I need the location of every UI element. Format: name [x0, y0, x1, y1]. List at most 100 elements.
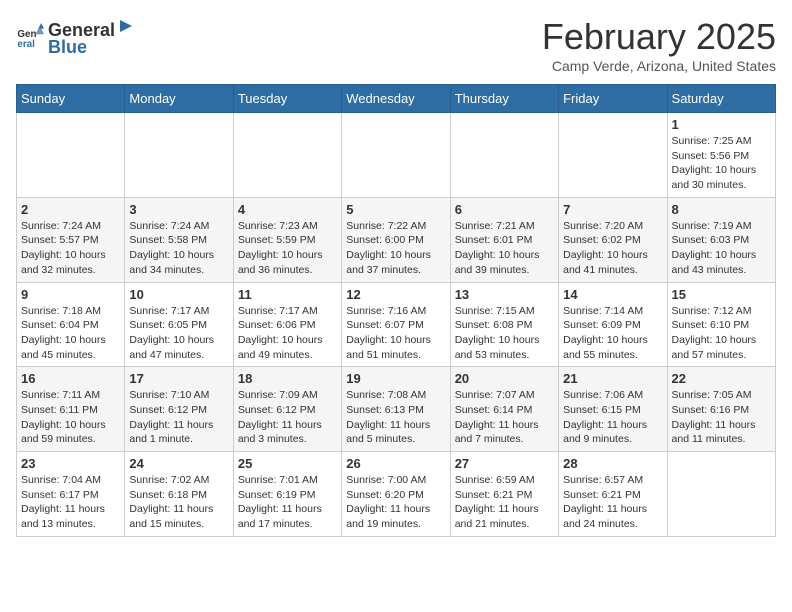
- calendar-cell: 13 Sunrise: 7:15 AM Sunset: 6:08 PM Dayli…: [450, 282, 558, 367]
- calendar-cell: 4 Sunrise: 7:23 AM Sunset: 5:59 PM Daylig…: [233, 197, 341, 282]
- calendar-cell: 21 Sunrise: 7:06 AM Sunset: 6:15 PM Dayli…: [559, 367, 667, 452]
- calendar-cell: 23Sunrise: 7:04 AM Sunset: 6:17 PM Dayli…: [17, 452, 125, 537]
- day-info: Sunrise: 7:08 AM Sunset: 6:13 PM Dayligh…: [346, 388, 445, 447]
- day-info: Sunrise: 6:57 AM Sunset: 6:21 PM Dayligh…: [563, 473, 662, 532]
- day-number: 6: [455, 202, 554, 217]
- svg-text:eral: eral: [17, 39, 35, 50]
- day-info: Sunrise: 7:07 AM Sunset: 6:14 PM Dayligh…: [455, 388, 554, 447]
- logo-icon: Gen eral: [16, 23, 44, 51]
- day-info: Sunrise: 6:59 AM Sunset: 6:21 PM Dayligh…: [455, 473, 554, 532]
- calendar-cell: 17 Sunrise: 7:10 AM Sunset: 6:12 PM Dayli…: [125, 367, 233, 452]
- logo: Gen eral General Blue: [16, 16, 137, 58]
- calendar-week-row: 2Sunrise: 7:24 AM Sunset: 5:57 PM Daylig…: [17, 197, 776, 282]
- calendar-day-header: Friday: [559, 85, 667, 113]
- day-number: 14: [563, 287, 662, 302]
- day-number: 12: [346, 287, 445, 302]
- day-number: 18: [238, 371, 337, 386]
- day-number: 8: [672, 202, 771, 217]
- day-number: 17: [129, 371, 228, 386]
- day-number: 4: [238, 202, 337, 217]
- day-info: Sunrise: 7:10 AM Sunset: 6:12 PM Dayligh…: [129, 388, 228, 447]
- day-info: Sunrise: 7:24 AM Sunset: 5:57 PM Dayligh…: [21, 219, 120, 278]
- day-number: 26: [346, 456, 445, 471]
- calendar-cell: [667, 452, 775, 537]
- calendar-cell: [17, 113, 125, 198]
- calendar-cell: [559, 113, 667, 198]
- calendar-cell: 24 Sunrise: 7:02 AM Sunset: 6:18 PM Dayli…: [125, 452, 233, 537]
- day-number: 1: [672, 117, 771, 132]
- day-number: 11: [238, 287, 337, 302]
- calendar-day-header: Tuesday: [233, 85, 341, 113]
- day-number: 20: [455, 371, 554, 386]
- day-number: 23: [21, 456, 120, 471]
- day-info: Sunrise: 7:06 AM Sunset: 6:15 PM Dayligh…: [563, 388, 662, 447]
- calendar-day-header: Thursday: [450, 85, 558, 113]
- calendar-week-row: 16 Sunrise: 7:11 AM Sunset: 6:11 PM Dayli…: [17, 367, 776, 452]
- day-number: 3: [129, 202, 228, 217]
- day-number: 5: [346, 202, 445, 217]
- calendar-week-row: 9Sunrise: 7:18 AM Sunset: 6:04 PM Daylig…: [17, 282, 776, 367]
- calendar-cell: 2Sunrise: 7:24 AM Sunset: 5:57 PM Daylig…: [17, 197, 125, 282]
- title-block: February 2025 Camp Verde, Arizona, Unite…: [542, 16, 776, 74]
- calendar-table: SundayMondayTuesdayWednesdayThursdayFrid…: [16, 84, 776, 537]
- day-number: 21: [563, 371, 662, 386]
- calendar-day-header: Monday: [125, 85, 233, 113]
- day-number: 28: [563, 456, 662, 471]
- day-info: Sunrise: 7:01 AM Sunset: 6:19 PM Dayligh…: [238, 473, 337, 532]
- day-number: 7: [563, 202, 662, 217]
- day-info: Sunrise: 7:02 AM Sunset: 6:18 PM Dayligh…: [129, 473, 228, 532]
- day-info: Sunrise: 7:17 AM Sunset: 6:06 PM Dayligh…: [238, 304, 337, 363]
- calendar-cell: 3 Sunrise: 7:24 AM Sunset: 5:58 PM Daylig…: [125, 197, 233, 282]
- calendar-cell: 14 Sunrise: 7:14 AM Sunset: 6:09 PM Dayli…: [559, 282, 667, 367]
- calendar-cell: 15Sunrise: 7:12 AM Sunset: 6:10 PM Dayli…: [667, 282, 775, 367]
- calendar-cell: 11 Sunrise: 7:17 AM Sunset: 6:06 PM Dayli…: [233, 282, 341, 367]
- day-info: Sunrise: 7:23 AM Sunset: 5:59 PM Dayligh…: [238, 219, 337, 278]
- day-number: 16: [21, 371, 120, 386]
- day-info: Sunrise: 7:14 AM Sunset: 6:09 PM Dayligh…: [563, 304, 662, 363]
- calendar-cell: 20 Sunrise: 7:07 AM Sunset: 6:14 PM Dayli…: [450, 367, 558, 452]
- day-number: 25: [238, 456, 337, 471]
- calendar-cell: [450, 113, 558, 198]
- day-number: 27: [455, 456, 554, 471]
- calendar-cell: 28 Sunrise: 6:57 AM Sunset: 6:21 PM Dayli…: [559, 452, 667, 537]
- calendar-day-header: Sunday: [17, 85, 125, 113]
- location-subtitle: Camp Verde, Arizona, United States: [542, 58, 776, 74]
- day-info: Sunrise: 7:21 AM Sunset: 6:01 PM Dayligh…: [455, 219, 554, 278]
- calendar-cell: 19 Sunrise: 7:08 AM Sunset: 6:13 PM Dayli…: [342, 367, 450, 452]
- calendar-cell: 16 Sunrise: 7:11 AM Sunset: 6:11 PM Dayli…: [17, 367, 125, 452]
- day-number: 13: [455, 287, 554, 302]
- calendar-cell: 18Sunrise: 7:09 AM Sunset: 6:12 PM Dayli…: [233, 367, 341, 452]
- calendar-cell: 1 Sunrise: 7:25 AM Sunset: 5:56 PM Daylig…: [667, 113, 775, 198]
- calendar-cell: [125, 113, 233, 198]
- month-title: February 2025: [542, 16, 776, 58]
- day-info: Sunrise: 7:15 AM Sunset: 6:08 PM Dayligh…: [455, 304, 554, 363]
- day-info: Sunrise: 7:19 AM Sunset: 6:03 PM Dayligh…: [672, 219, 771, 278]
- calendar-cell: 25 Sunrise: 7:01 AM Sunset: 6:19 PM Dayli…: [233, 452, 341, 537]
- day-info: Sunrise: 7:25 AM Sunset: 5:56 PM Dayligh…: [672, 134, 771, 193]
- day-number: 10: [129, 287, 228, 302]
- day-info: Sunrise: 7:20 AM Sunset: 6:02 PM Dayligh…: [563, 219, 662, 278]
- logo-arrow-icon: [116, 16, 136, 36]
- day-number: 24: [129, 456, 228, 471]
- calendar-week-row: 1 Sunrise: 7:25 AM Sunset: 5:56 PM Daylig…: [17, 113, 776, 198]
- calendar-cell: 8 Sunrise: 7:19 AM Sunset: 6:03 PM Daylig…: [667, 197, 775, 282]
- calendar-cell: 7 Sunrise: 7:20 AM Sunset: 6:02 PM Daylig…: [559, 197, 667, 282]
- day-info: Sunrise: 7:18 AM Sunset: 6:04 PM Dayligh…: [21, 304, 120, 363]
- day-info: Sunrise: 7:24 AM Sunset: 5:58 PM Dayligh…: [129, 219, 228, 278]
- calendar-day-header: Wednesday: [342, 85, 450, 113]
- day-info: Sunrise: 7:22 AM Sunset: 6:00 PM Dayligh…: [346, 219, 445, 278]
- day-info: Sunrise: 7:11 AM Sunset: 6:11 PM Dayligh…: [21, 388, 120, 447]
- day-info: Sunrise: 7:00 AM Sunset: 6:20 PM Dayligh…: [346, 473, 445, 532]
- day-info: Sunrise: 7:16 AM Sunset: 6:07 PM Dayligh…: [346, 304, 445, 363]
- day-info: Sunrise: 7:12 AM Sunset: 6:10 PM Dayligh…: [672, 304, 771, 363]
- calendar-cell: 12 Sunrise: 7:16 AM Sunset: 6:07 PM Dayli…: [342, 282, 450, 367]
- day-number: 19: [346, 371, 445, 386]
- calendar-cell: 26 Sunrise: 7:00 AM Sunset: 6:20 PM Dayli…: [342, 452, 450, 537]
- page-header: Gen eral General Blue February 2025 Camp…: [16, 16, 776, 74]
- calendar-cell: 5 Sunrise: 7:22 AM Sunset: 6:00 PM Daylig…: [342, 197, 450, 282]
- calendar-cell: [233, 113, 341, 198]
- day-number: 22: [672, 371, 771, 386]
- day-info: Sunrise: 7:05 AM Sunset: 6:16 PM Dayligh…: [672, 388, 771, 447]
- calendar-cell: [342, 113, 450, 198]
- calendar-cell: 6 Sunrise: 7:21 AM Sunset: 6:01 PM Daylig…: [450, 197, 558, 282]
